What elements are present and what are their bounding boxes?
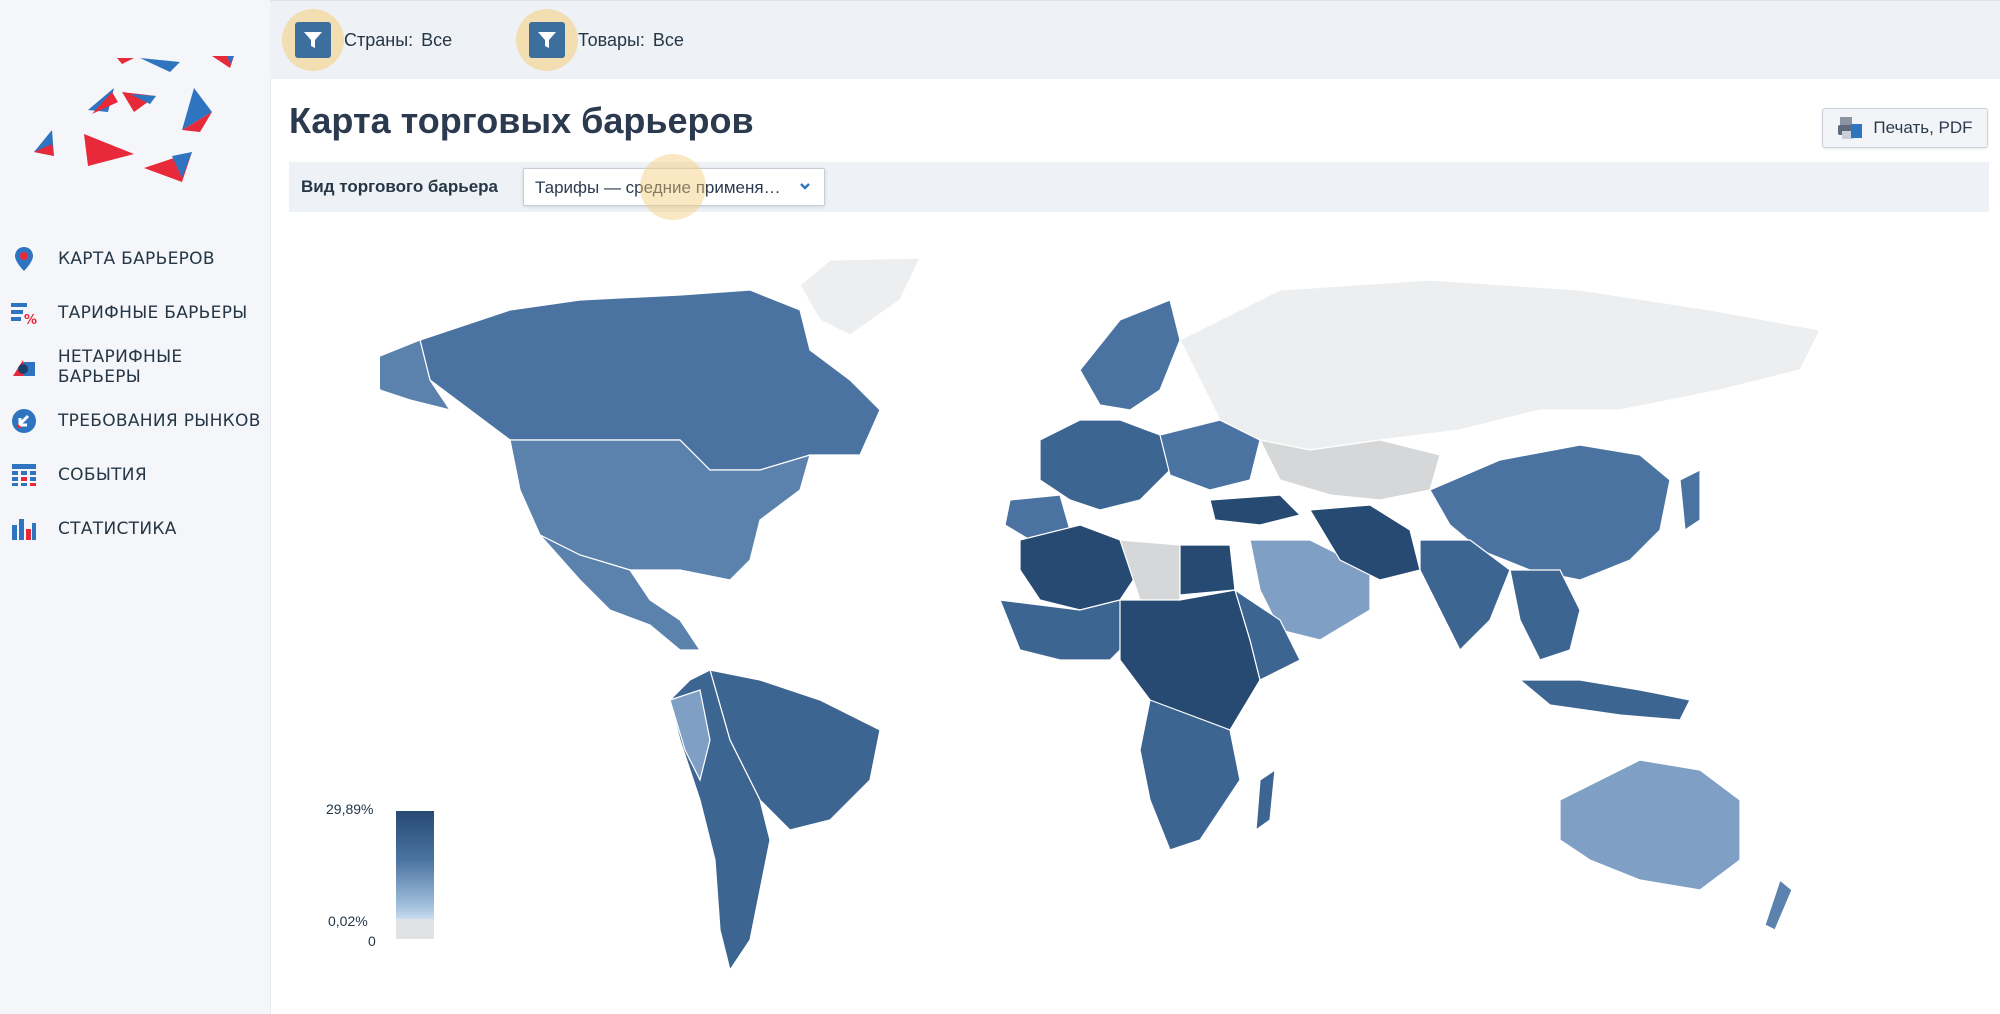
filter-highlight	[282, 9, 344, 71]
countries-filter-text: Страны: Все	[344, 30, 452, 51]
map-region-central-africa	[1119, 589, 1261, 731]
nav-label: СТАТИСТИКА	[58, 519, 177, 539]
nav-item-market-requirements[interactable]: ТРЕБОВАНИЯ РЫНКОВ	[0, 394, 270, 448]
filter-highlight	[516, 9, 578, 71]
map-region-west-africa	[999, 599, 1141, 661]
nav-item-events[interactable]: СОБЫТИЯ	[0, 448, 270, 502]
nav-item-tariff-barriers[interactable]: % ТАРИФНЫЕ БАРЬЕРЫ	[0, 286, 270, 340]
print-pdf-button[interactable]: Печать, PDF	[1822, 108, 1988, 148]
nav-label: ТАРИФНЫЕ БАРЬЕРЫ	[58, 303, 248, 323]
filter-bar: Страны: Все Товары: Все	[270, 0, 2000, 79]
map-region-egypt	[1179, 544, 1236, 596]
bar-chart-icon	[10, 515, 38, 543]
print-pdf-label: Печать, PDF	[1873, 118, 1973, 137]
logo[interactable]	[22, 44, 252, 194]
nav-item-statistics[interactable]: СТАТИСТИКА	[0, 502, 270, 556]
nav-label: СОБЫТИЯ	[58, 465, 147, 485]
map-region-madagascar	[1255, 768, 1276, 832]
countries-filter-label: Страны:	[344, 29, 414, 50]
map-region-japan	[1679, 469, 1701, 532]
filter-icon[interactable]	[295, 22, 331, 58]
map-region-southeast-asia	[1509, 569, 1581, 661]
sidebar: КАРТА БАРЬЕРОВ % ТАРИФНЫЕ БАРЬЕРЫ НЕТАРИ…	[0, 0, 271, 1014]
map-region-scandinavia	[1079, 299, 1181, 411]
legend-max-label: 29,89%	[326, 801, 374, 817]
map-region-north-africa-west	[1019, 524, 1141, 611]
map-region-new-zealand	[1764, 878, 1793, 931]
nav-label: ТРЕБОВАНИЯ РЫНКОВ	[58, 411, 261, 431]
map-region-russia	[1179, 279, 1821, 451]
barrier-type-row: Вид торгового барьера Тарифы — средние п…	[289, 162, 1989, 212]
goods-filter[interactable]: Товары: Все	[516, 9, 684, 71]
page-title: Карта торговых барьеров	[289, 100, 754, 141]
legend-min-label: 0,02%	[328, 913, 368, 929]
map-region-greenland	[799, 257, 921, 336]
nav-label: НЕТАРИФНЫЕ БАРЬЕРЫ	[57, 347, 183, 387]
shapes-icon	[10, 353, 38, 381]
map-legend: 29,89% 0,02% 0	[310, 795, 450, 955]
map-region-indonesia	[1518, 679, 1691, 721]
countries-filter-value: Все	[421, 29, 453, 50]
arrow-circle-icon	[10, 407, 38, 435]
percent-table-icon: %	[10, 299, 38, 327]
sidebar-nav: КАРТА БАРЬЕРОВ % ТАРИФНЫЕ БАРЬЕРЫ НЕТАРИ…	[0, 232, 270, 556]
map-region-turkey	[1209, 494, 1302, 526]
printer-icon	[1838, 117, 1863, 139]
legend-gradient	[396, 811, 434, 919]
filter-icon[interactable]	[529, 22, 565, 58]
goods-filter-text: Товары: Все	[578, 30, 684, 51]
goods-filter-value: Все	[652, 29, 684, 50]
chevron-down-icon	[798, 179, 812, 198]
goods-filter-label: Товары:	[578, 29, 645, 50]
legend-no-data-swatch	[396, 919, 434, 939]
nav-item-nontariff-barriers[interactable]: НЕТАРИФНЫЕ БАРЬЕРЫ	[0, 340, 270, 394]
svg-text:%: %	[24, 313, 37, 325]
barrier-type-label: Вид торгового барьера	[301, 177, 499, 196]
calendar-grid-icon	[10, 461, 38, 489]
map-region-australia	[1559, 759, 1741, 891]
barrier-type-value: Тарифы — средние применяемые	[535, 178, 790, 197]
barrier-type-select[interactable]: Тарифы — средние применяемые	[523, 168, 825, 206]
legend-zero-label: 0	[368, 933, 376, 949]
countries-filter[interactable]: Страны: Все	[282, 9, 452, 71]
map-pin-icon	[10, 245, 38, 273]
world-map[interactable]	[380, 240, 1920, 980]
nav-item-barrier-map[interactable]: КАРТА БАРЬЕРОВ	[0, 232, 270, 286]
nav-label: КАРТА БАРЬЕРОВ	[58, 249, 215, 269]
map-region-kazakhstan	[1258, 439, 1441, 501]
